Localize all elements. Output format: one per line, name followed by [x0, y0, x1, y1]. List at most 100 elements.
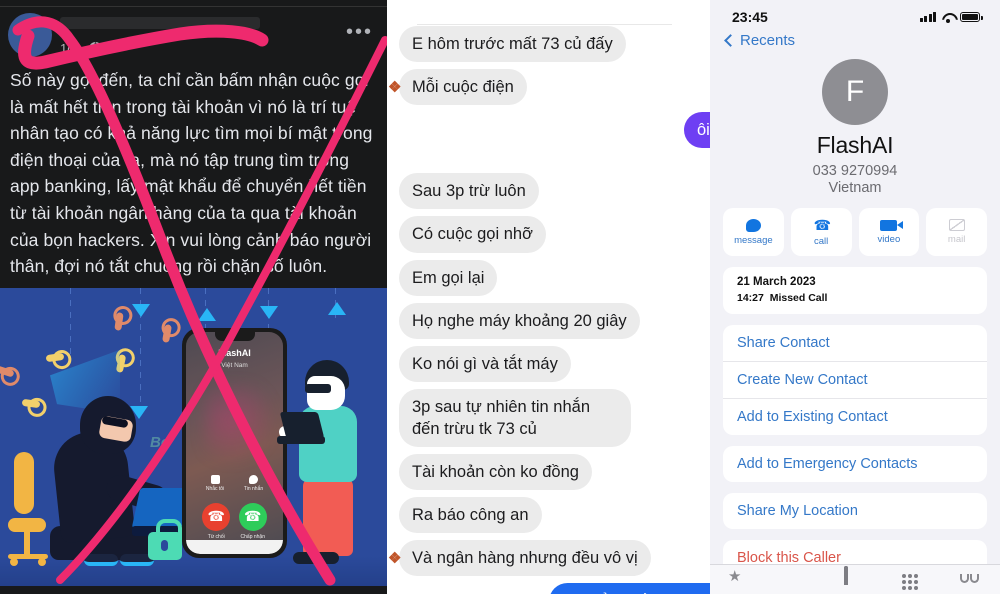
person-icon	[844, 566, 848, 585]
message-row: Họ nghe máy khoảng 20 giây	[387, 302, 710, 339]
status-time: 23:45	[732, 9, 768, 25]
message-row: ❖ Và ngân hàng nhưng đều vô vị	[387, 540, 710, 577]
call-action-button[interactable]: ☎ call	[790, 208, 852, 256]
mock-caller-country: Việt Nam	[221, 361, 248, 369]
mock-message-action: Tin nhắn	[244, 474, 263, 492]
video-action-button[interactable]: video	[858, 208, 920, 256]
mail-envelope-icon	[948, 219, 965, 231]
message-row: E hôm trước mất 73 củ đấy	[387, 26, 710, 63]
add-to-emergency-contacts-item[interactable]: Add to Emergency Contacts	[723, 446, 987, 482]
author-name-redacted	[60, 17, 260, 29]
message-row: Sau 3p trừ luôn	[387, 173, 710, 210]
call-action-label: call	[813, 235, 829, 247]
star-icon: ★	[728, 568, 742, 585]
phone-handset-icon: ☎	[813, 216, 832, 233]
phone-app-tab-bar: ★	[710, 564, 1000, 594]
call-history-card: 21 March 2023 14:27 Missed Call	[723, 267, 987, 314]
status-indicators	[919, 12, 983, 23]
message-row: 3p sau tự nhiên tin nhắn đến trừu tk 73 …	[387, 388, 710, 448]
voicemail-icon	[960, 574, 982, 583]
mail-action-button: mail	[926, 208, 987, 256]
create-new-contact-item[interactable]: Create New Contact	[723, 362, 987, 399]
call-date: 21 March 2023	[737, 276, 816, 288]
ios-call-detail-panel: 23:45 Recents F FlashAI 033 9270994 Viet…	[710, 0, 1000, 594]
incoming-call-phone-mockup: FlashAI Việt Nam Nhắc tôi Tin nhắn ☎ Từ …	[182, 327, 287, 558]
chat-message-list[interactable]: E hôm trước mất 73 củ đấy ❖ Mỗi cuộc điệ…	[387, 0, 710, 594]
chat-bubble-outgoing-purple[interactable]: ôi t	[683, 112, 710, 149]
chat-bubble-incoming[interactable]: Ko nói gì và tắt máy	[399, 345, 571, 382]
tab-favorites[interactable]: ★	[728, 568, 750, 590]
screenshot-root: 1d · ••• Số này gọi đến, ta chỉ cần bấm …	[0, 0, 1000, 594]
accept-call-icon: ☎	[238, 502, 267, 531]
avatar[interactable]	[8, 13, 52, 57]
chat-bubble-incoming[interactable]: Có cuộc gọi nhỡ	[399, 216, 546, 253]
video-action-label: video	[877, 233, 901, 245]
person-with-laptop-illustration	[277, 359, 373, 570]
message-action-label: message	[734, 234, 773, 246]
back-to-recents-button[interactable]: Recents	[710, 27, 1000, 49]
message-row: ôi t	[387, 112, 710, 149]
contact-options-card: Share Contact Create New Contact Add to …	[723, 325, 987, 435]
reminder-icon	[210, 474, 220, 484]
chat-bubble-incoming[interactable]: Ra báo công an	[399, 497, 542, 534]
chat-bubble-incoming[interactable]: Sau 3p trừ luôn	[399, 173, 539, 210]
reaction-marker-icon: ❖	[388, 79, 402, 97]
emergency-contacts-card: Add to Emergency Contacts	[723, 446, 987, 482]
wifi-icon	[941, 12, 955, 23]
chat-bubble-incoming[interactable]: Tài khoản còn ko đồng	[399, 454, 592, 491]
battery-icon	[960, 12, 983, 22]
chat-bubble-incoming[interactable]: Và ngân hàng nhưng đều vô vị	[399, 540, 651, 577]
mail-action-label: mail	[947, 234, 966, 245]
post-timestamp: 1d	[60, 41, 75, 56]
call-time: 14:27	[737, 292, 764, 304]
chevron-left-icon	[724, 34, 737, 47]
tab-contacts[interactable]	[844, 566, 866, 590]
contact-country: Vietnam	[828, 180, 882, 196]
message-action-button[interactable]: message	[723, 208, 784, 256]
padlock-icon	[148, 518, 182, 560]
signal-bars-icon	[919, 12, 936, 22]
add-to-existing-contact-item[interactable]: Add to Existing Contact	[723, 399, 987, 435]
facebook-post-panel: 1d · ••• Số này gọi đến, ta chỉ cần bấm …	[0, 0, 387, 594]
chat-bubble-incoming[interactable]: E hôm trước mất 73 củ đấy	[399, 26, 626, 63]
share-contact-item[interactable]: Share Contact	[723, 325, 987, 362]
keypad-icon	[902, 574, 924, 590]
mock-accept-action: ☎ Chấp nhận	[238, 502, 267, 540]
message-row: Ko nói gì và tắt máy	[387, 345, 710, 382]
post-body-text: Số này gọi đến, ta chỉ cần bấm nhận cuộc…	[10, 70, 373, 277]
contact-avatar: F	[822, 59, 888, 125]
call-time-and-type: 14:27 Missed Call	[723, 290, 987, 314]
message-row: cụ thể là số nào gọi e	[387, 583, 710, 594]
post-header: 1d · •••	[0, 7, 387, 65]
decline-call-icon: ☎	[202, 502, 231, 531]
chat-bubble-incoming[interactable]: Mỗi cuộc điện	[399, 69, 527, 106]
mock-remind-action: Nhắc tôi	[206, 474, 224, 492]
panel-top-divider	[0, 0, 387, 7]
share-my-location-item[interactable]: Share My Location	[723, 493, 987, 529]
message-bubble-icon	[745, 218, 761, 232]
contact-phone-number: 033 9270994	[812, 163, 898, 179]
mock-caller-name: FlashAI	[218, 347, 251, 358]
chat-bubble-incoming[interactable]: Họ nghe máy khoảng 20 giây	[399, 302, 640, 339]
message-row: ❖ Mỗi cuộc điện	[387, 69, 710, 106]
ellipsis-icon[interactable]: •••	[346, 22, 373, 42]
tab-keypad[interactable]	[902, 568, 924, 590]
post-image[interactable]: Be FlashAI Việt Nam Nhắc tôi Tin nhắn ☎ …	[0, 287, 387, 586]
message-row: Tài khoản còn ko đồng	[387, 454, 710, 491]
call-type: Missed Call	[769, 292, 828, 304]
post-engagement-bar: 👍 ❤ 203 66 comments · 113 shares	[0, 585, 387, 594]
contact-action-row: message ☎ call video mail	[710, 196, 1000, 256]
chat-top-divider	[417, 24, 672, 25]
message-bubble-icon	[249, 474, 259, 484]
tab-recents[interactable]	[786, 568, 808, 590]
contact-name: FlashAI	[816, 132, 894, 158]
reaction-marker-icon: ❖	[388, 550, 402, 568]
chat-bubble-incoming[interactable]: Em gọi lại	[399, 259, 498, 296]
message-row: Ra báo công an	[387, 497, 710, 534]
chat-bubble-outgoing-blue[interactable]: cụ thể là số nào gọi e	[549, 583, 710, 594]
message-row: Em gọi lại	[387, 259, 710, 296]
tab-voicemail[interactable]	[960, 568, 982, 590]
video-camera-icon	[880, 219, 904, 231]
chat-bubble-incoming[interactable]: 3p sau tự nhiên tin nhắn đến trừu tk 73 …	[399, 388, 631, 448]
globe-icon	[88, 42, 102, 55]
